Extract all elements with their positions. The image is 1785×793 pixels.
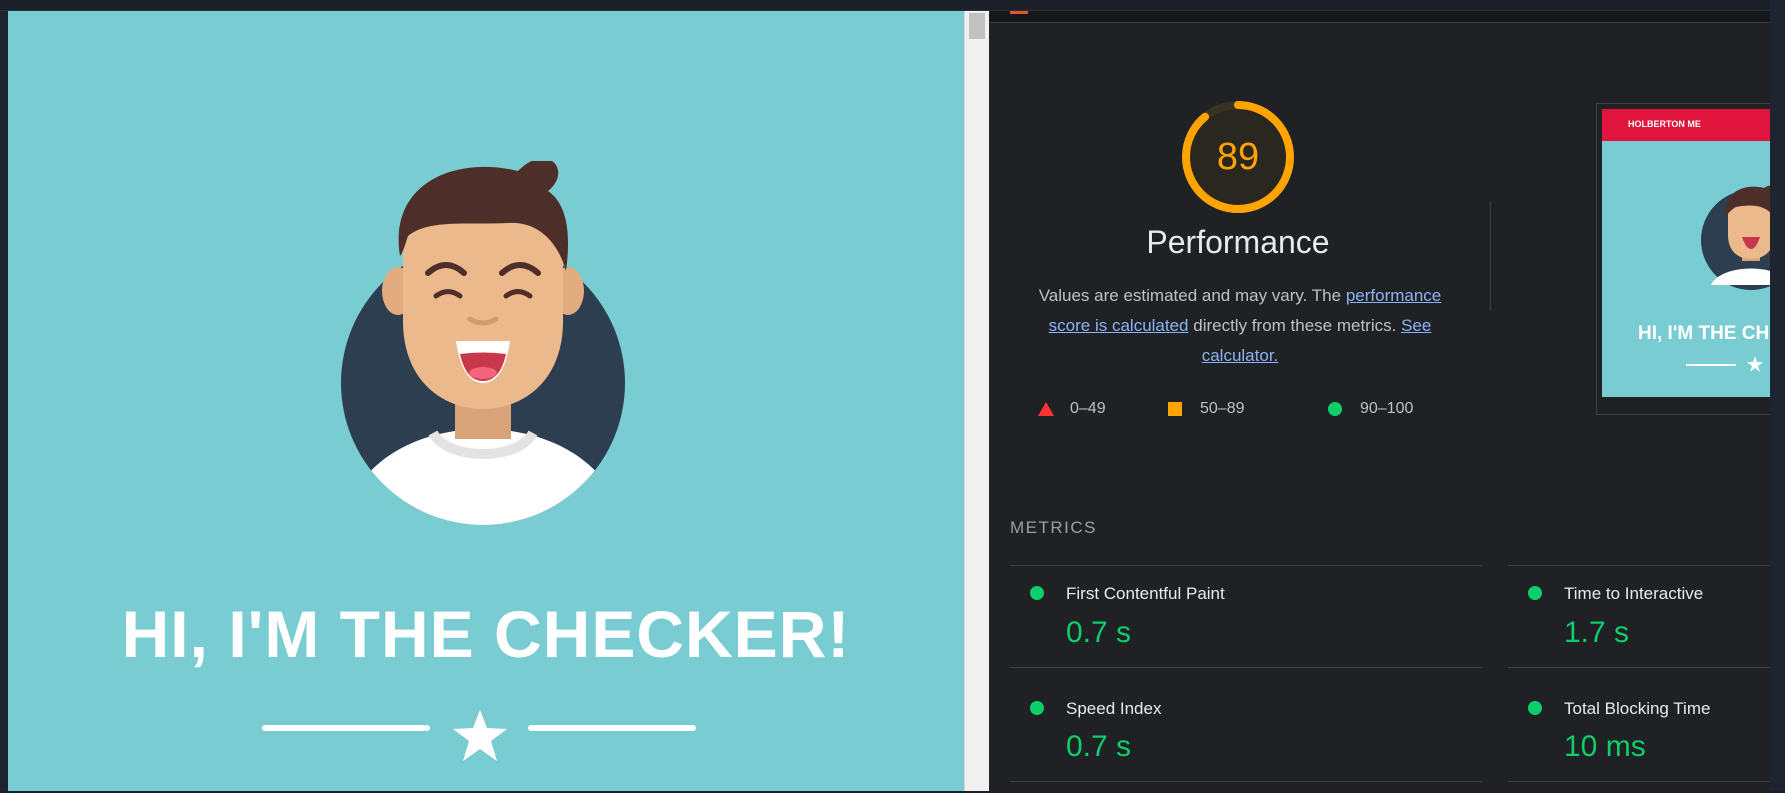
metric-label: First Contentful Paint: [1066, 584, 1225, 603]
divider-line-left: [262, 725, 430, 731]
metric-pass-icon: [1030, 701, 1044, 715]
performance-score: 89: [1216, 136, 1260, 178]
metric-label: Time to Interactive: [1564, 584, 1704, 603]
legend-pass-label: 90–100: [1360, 400, 1414, 417]
legend-average: 50–89: [1168, 399, 1268, 419]
thumb-brand: HOLBERTON ME: [1628, 119, 1701, 129]
category-title: Performance: [1146, 224, 1330, 260]
metric-value: 10 ms: [1564, 730, 1646, 763]
lighthouse-report-panel: 89 Performance Values are estimated and …: [990, 11, 1770, 791]
legend-fail-label: 0–49: [1070, 400, 1106, 417]
metric-label: Speed Index: [1066, 699, 1162, 718]
divider-line-right: [528, 725, 696, 731]
triangle-icon: [1038, 402, 1054, 416]
metric-value: 1.7 s: [1564, 616, 1630, 649]
category-description: Values are estimated and may vary. The p…: [1020, 281, 1460, 371]
window-right-edge: [1770, 0, 1785, 793]
legend-fail: 0–49: [1038, 399, 1128, 419]
avatar-illustration: [341, 161, 625, 525]
page-preview: HI, I'M THE CHECKER!: [8, 11, 964, 791]
final-screenshot[interactable]: HOLBERTON ME HI, I'M THE CH: [1602, 109, 1770, 397]
thumb-avatar-icon: [1701, 185, 1770, 290]
thumb-title: HI, I'M THE CH: [1638, 323, 1770, 344]
metrics-rule-bottom-left: [1010, 781, 1482, 782]
square-icon: [1168, 402, 1182, 416]
thumb-header: HOLBERTON ME: [1602, 109, 1770, 141]
metrics-heading: METRICS: [1010, 518, 1097, 537]
metrics-rule-mid-left: [1010, 667, 1482, 668]
description-prefix: Values are estimated and may vary. The: [1038, 286, 1346, 305]
scrollbar-thumb[interactable]: [969, 13, 985, 39]
window-top-strip: [0, 0, 1785, 11]
metrics-rule-top-left: [1010, 565, 1482, 566]
legend-pass: 90–100: [1328, 399, 1438, 419]
legend-average-label: 50–89: [1200, 400, 1245, 417]
metrics-rule-bottom-right: [1508, 781, 1770, 782]
metric-value: 0.7 s: [1066, 730, 1132, 763]
star-icon: [453, 710, 507, 761]
circle-icon: [1328, 402, 1342, 416]
description-middle: directly from these metrics.: [1188, 316, 1402, 335]
thumb-divider-left: [1686, 364, 1736, 366]
metric-pass-icon: [1030, 586, 1044, 600]
score-separator: [1490, 201, 1491, 311]
metric-pass-icon: [1528, 701, 1542, 715]
metric-pass-icon: [1528, 586, 1542, 600]
metric-value: 0.7 s: [1066, 616, 1132, 649]
thumb-star-icon: [1747, 356, 1763, 372]
metric-label: Total Blocking Time: [1564, 699, 1711, 718]
report-top-bar: [990, 11, 1770, 23]
metrics-rule-mid-right: [1508, 667, 1770, 668]
metrics-rule-top-right: [1508, 565, 1770, 566]
top-bar-accent: [1010, 11, 1028, 14]
preview-scrollbar[interactable]: [964, 11, 989, 791]
hero-title: HI, I'M THE CHECKER!: [121, 597, 851, 671]
